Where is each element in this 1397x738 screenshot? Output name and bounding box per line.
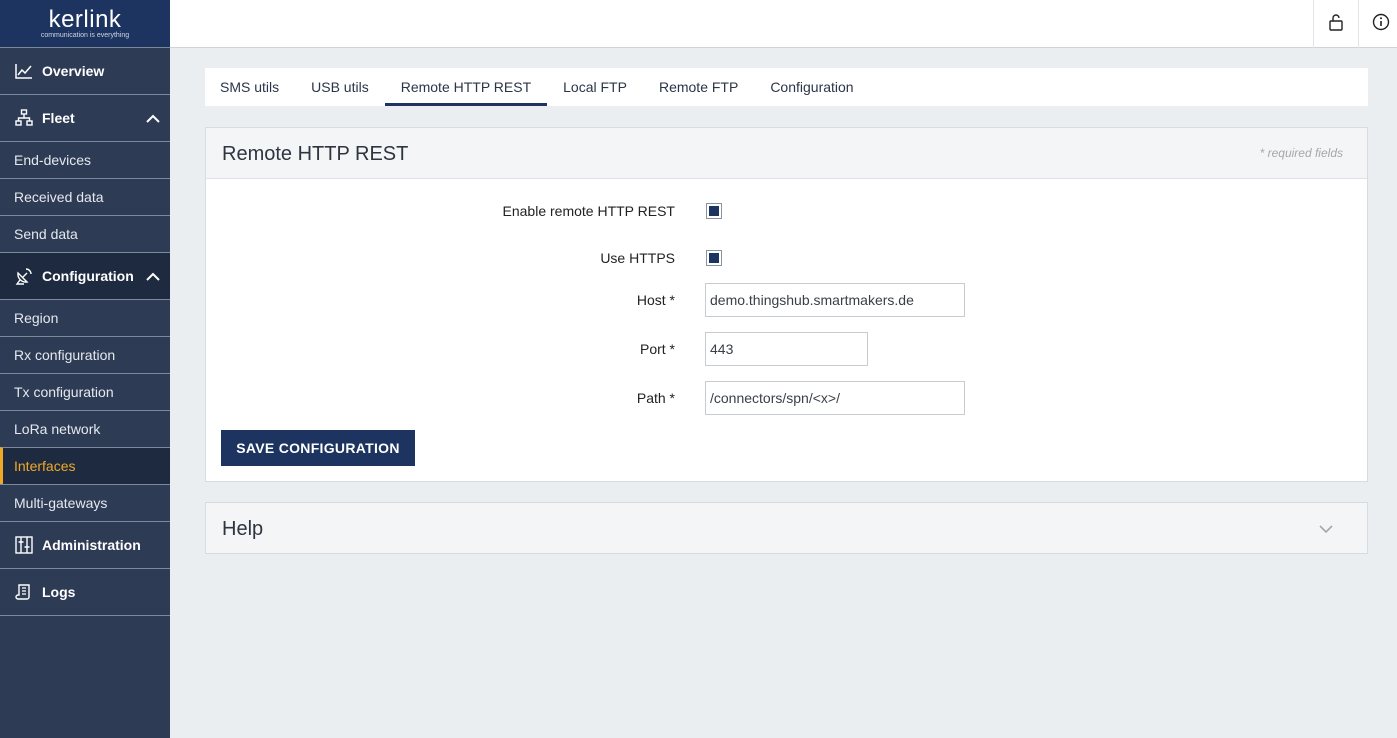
sidebar: kerlink communication is everything Over… [0, 0, 170, 738]
nav-logs[interactable]: Logs [0, 568, 170, 615]
nav-administration-label: Administration [42, 537, 141, 553]
tab-remote-http-rest[interactable]: Remote HTTP REST [384, 68, 548, 106]
sidebar-item-tx-configuration[interactable]: Tx configuration [0, 373, 170, 410]
document-scroll-icon [14, 582, 34, 602]
save-configuration-button[interactable]: SAVE CONFIGURATION [221, 430, 415, 466]
chevron-down-icon[interactable] [1319, 521, 1333, 539]
sidebar-item-label: Received data [14, 189, 104, 205]
sidebar-item-label: Tx configuration [14, 384, 114, 400]
sidebar-divider [0, 615, 170, 616]
sidebar-item-end-devices[interactable]: End-devices [0, 141, 170, 178]
info-icon [1372, 13, 1390, 36]
tab-remote-ftp[interactable]: Remote FTP [643, 68, 754, 106]
enable-checkbox[interactable] [706, 203, 722, 219]
sidebar-item-received-data[interactable]: Received data [0, 178, 170, 215]
sidebar-item-label: Interfaces [14, 458, 76, 474]
nav-overview-label: Overview [42, 63, 105, 79]
tab-bar: SMS utils USB utils Remote HTTP REST Loc… [205, 68, 1368, 106]
checkbox-check [709, 253, 719, 263]
port-label: Port * [639, 341, 675, 357]
sidebar-item-interfaces[interactable]: Interfaces [0, 447, 170, 484]
nav-configuration-label: Configuration [42, 268, 134, 284]
nav-overview[interactable]: Overview [0, 47, 170, 94]
panel-title: Remote HTTP REST [222, 143, 409, 165]
sidebar-item-rx-configuration[interactable]: Rx configuration [0, 336, 170, 373]
tab-usb-utils[interactable]: USB utils [295, 68, 385, 106]
sidebar-item-region[interactable]: Region [0, 299, 170, 336]
sidebar-item-lora-network[interactable]: LoRa network [0, 410, 170, 447]
nav-administration[interactable]: Administration [0, 521, 170, 568]
tab-configuration[interactable]: Configuration [754, 68, 869, 106]
nav-fleet[interactable]: Fleet [0, 94, 170, 141]
logo[interactable]: kerlink communication is everything [0, 0, 170, 47]
admin-panel-icon [14, 535, 34, 555]
unlock-icon [1328, 13, 1343, 36]
sidebar-item-multi-gateways[interactable]: Multi-gateways [0, 484, 170, 521]
sidebar-item-label: Send data [14, 226, 78, 242]
nav-configuration[interactable]: Configuration [0, 252, 170, 299]
enable-label: Enable remote HTTP REST [502, 203, 675, 219]
info-button[interactable] [1358, 0, 1397, 48]
nav-fleet-label: Fleet [42, 110, 75, 126]
tab-local-ftp[interactable]: Local FTP [547, 68, 643, 106]
logo-tagline: communication is everything [40, 31, 130, 39]
sidebar-item-label: Rx configuration [14, 347, 116, 363]
https-checkbox[interactable] [706, 250, 722, 266]
chevron-up-icon [146, 268, 160, 284]
chevron-up-icon [146, 110, 160, 126]
network-tree-icon [14, 108, 34, 128]
port-field[interactable]: 443 [705, 332, 868, 366]
panel-header: Remote HTTP REST * required fields [206, 128, 1367, 179]
satellite-dish-icon [14, 266, 34, 286]
remote-http-panel: Remote HTTP REST * required fields Enabl… [205, 127, 1368, 482]
path-field[interactable]: /connectors/spn/<x>/ [705, 381, 965, 415]
required-note: * required fields [1259, 146, 1343, 160]
sidebar-item-label: End-devices [14, 152, 92, 168]
host-field[interactable]: demo.thingshub.smartmakers.de [705, 283, 965, 317]
nav-logs-label: Logs [42, 584, 76, 600]
help-title: Help [222, 518, 264, 540]
checkbox-check [709, 206, 719, 216]
top-bar [170, 0, 1397, 48]
sidebar-item-label: LoRa network [14, 421, 101, 437]
tab-sms-utils[interactable]: SMS utils [205, 68, 295, 106]
chart-line-icon [14, 61, 34, 81]
https-label: Use HTTPS [600, 250, 675, 266]
sidebar-item-label: Region [14, 310, 59, 326]
sidebar-item-label: Multi-gateways [14, 495, 108, 511]
help-panel[interactable]: Help [205, 502, 1368, 554]
logo-text: kerlink [48, 5, 122, 33]
host-label: Host * [636, 292, 675, 308]
path-label: Path * [636, 390, 675, 406]
sidebar-item-send-data[interactable]: Send data [0, 215, 170, 252]
unlock-button[interactable] [1313, 0, 1357, 48]
